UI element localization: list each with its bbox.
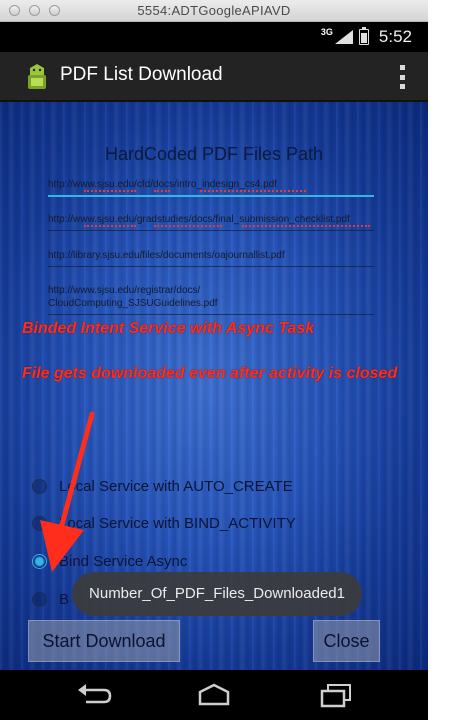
status-bar: 3G 5:52 bbox=[0, 22, 428, 52]
android-app-icon bbox=[28, 64, 46, 89]
overflow-menu-icon[interactable] bbox=[396, 65, 408, 89]
home-icon[interactable] bbox=[194, 682, 234, 708]
battery-icon bbox=[358, 27, 369, 45]
emulator-screen: 3G 5:52 PDF List Download HardCoded PDF … bbox=[0, 22, 428, 720]
clock: 5:52 bbox=[378, 27, 412, 46]
navigation-bar bbox=[0, 670, 428, 720]
window-title: 5554:ADTGoogleAPIAVD bbox=[137, 3, 291, 18]
back-icon[interactable] bbox=[74, 682, 114, 708]
action-bar: PDF List Download bbox=[0, 52, 428, 102]
main-content: HardCoded PDF Files Path http://www.sjsu… bbox=[0, 102, 428, 670]
emulator-titlebar: 5554:ADTGoogleAPIAVD bbox=[0, 0, 428, 22]
network-type-label: 3G bbox=[320, 27, 333, 37]
recent-apps-icon[interactable] bbox=[316, 682, 356, 708]
signal-icon bbox=[334, 30, 353, 44]
annotation-arrow-icon bbox=[40, 411, 95, 572]
app-title: PDF List Download bbox=[60, 64, 223, 85]
